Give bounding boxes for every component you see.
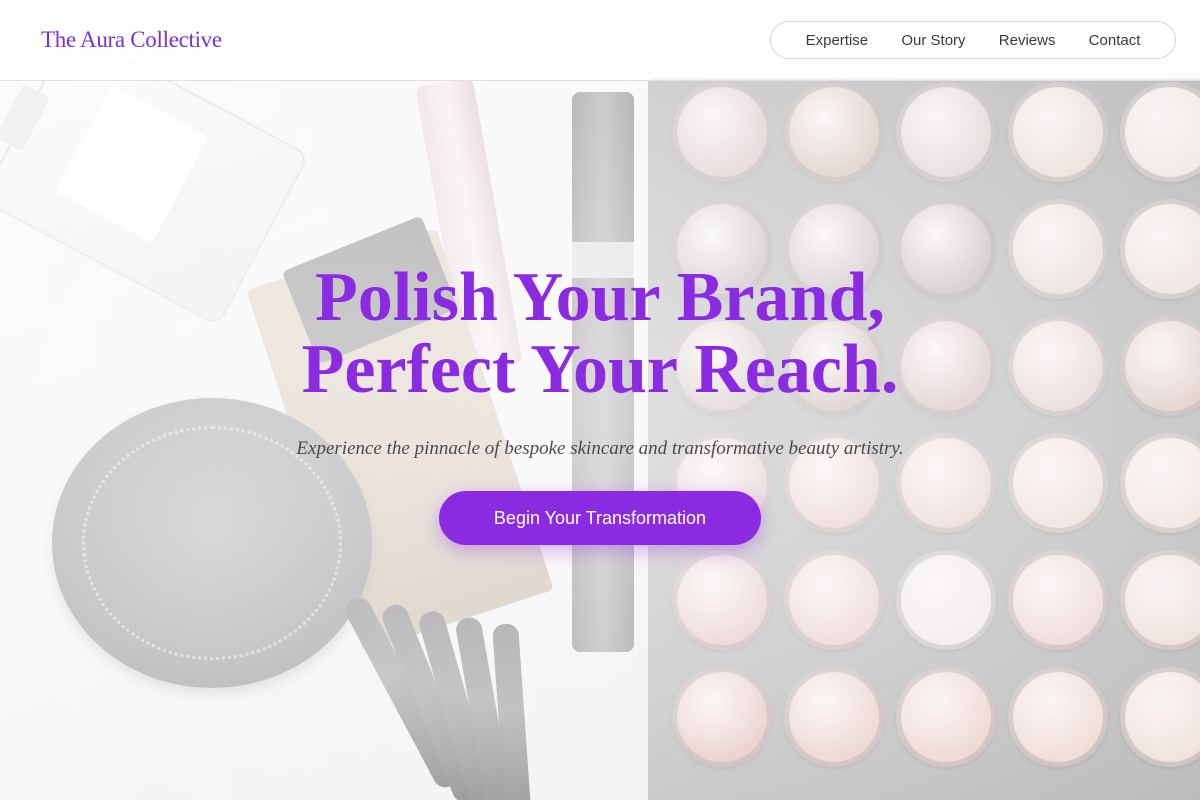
- hero-headline-line-2: Perfect Your Reach.: [301, 331, 899, 408]
- hero-headline: Polish Your Brand, Perfect Your Reach.: [0, 262, 1200, 406]
- hero-subheading: Experience the pinnacle of bespoke skinc…: [296, 438, 904, 459]
- begin-transformation-button[interactable]: Begin Your Transformation: [439, 491, 761, 545]
- hero-headline-line-1: Polish Your Brand,: [315, 259, 885, 336]
- hero-section: Polish Your Brand, Perfect Your Reach. E…: [0, 0, 1200, 800]
